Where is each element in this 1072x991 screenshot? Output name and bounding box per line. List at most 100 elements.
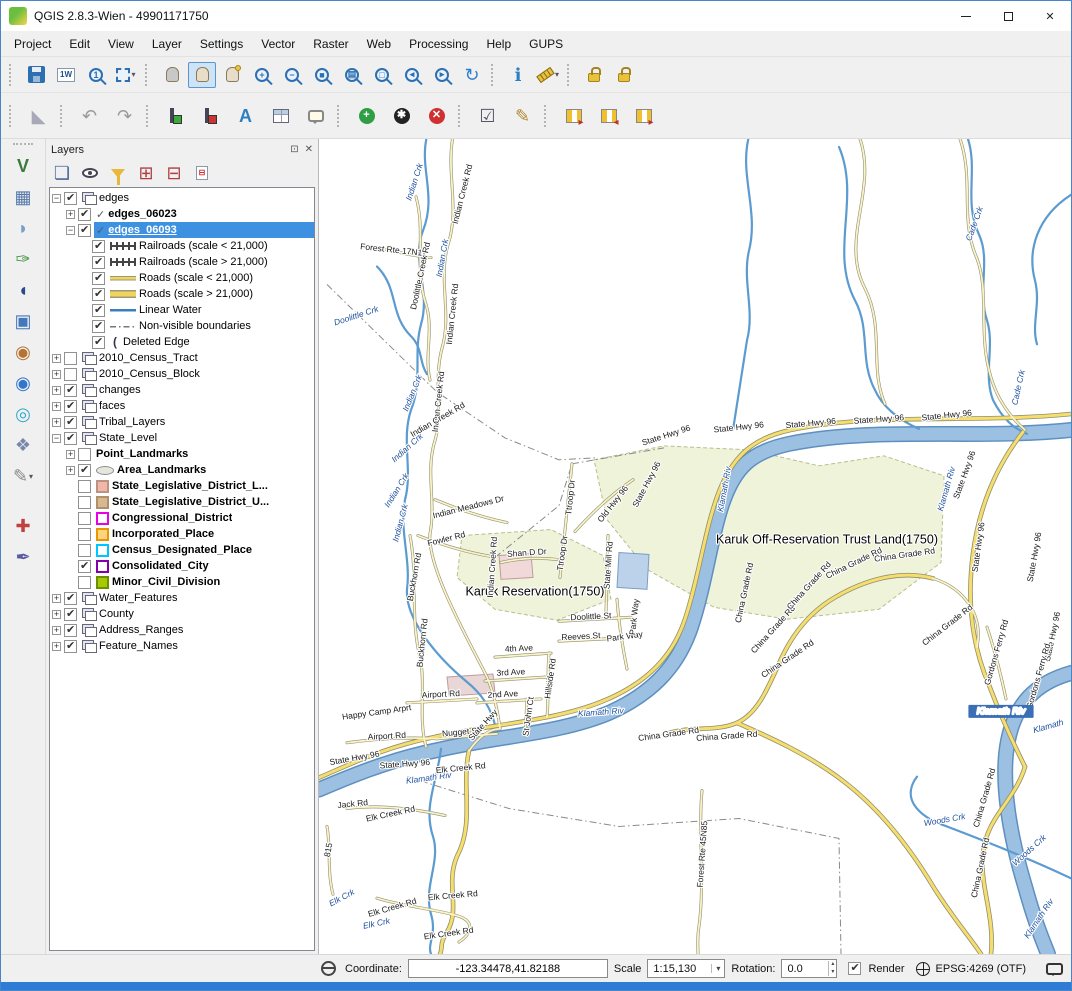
menu-gups[interactable]: GUPS [520, 33, 572, 55]
layer-checkbox[interactable] [78, 448, 91, 461]
expander-plus-icon[interactable]: + [52, 610, 61, 619]
delete-marker-button[interactable]: ✕ [420, 100, 453, 131]
coordinate-input[interactable] [408, 959, 608, 978]
layer-checkbox[interactable] [64, 608, 77, 621]
zoom-full-button[interactable]: ■ [308, 62, 336, 88]
layer-checkbox[interactable] [64, 592, 77, 605]
expander-plus-icon[interactable]: + [52, 402, 61, 411]
annotation-pen-button[interactable]: ✒ [8, 543, 38, 571]
menu-help[interactable]: Help [477, 33, 520, 55]
layer-checkbox[interactable] [78, 528, 91, 541]
tree-row-incorporated-place[interactable]: Incorporated_Place [50, 526, 314, 542]
expander-plus-icon[interactable]: + [66, 210, 75, 219]
add-point-marker-button[interactable]: + [350, 100, 383, 131]
layer-checkbox[interactable] [78, 544, 91, 557]
tree-row-address-ranges[interactable]: +Address_Ranges [50, 622, 314, 638]
add-mssql-layer-button[interactable]: ▣ [8, 307, 38, 335]
geometry-editing-button[interactable]: ✎ [506, 100, 539, 131]
layer-checkbox[interactable] [64, 416, 77, 429]
new-shapefile-button[interactable]: ❖ [8, 431, 38, 459]
add-vector-layer-button[interactable]: V [8, 152, 38, 180]
tree-row-state-legislative-district-u[interactable]: State_Legislative_District_U... [50, 494, 314, 510]
menu-project[interactable]: Project [5, 33, 60, 55]
tree-row-deleted-edge[interactable]: (Deleted Edge [50, 334, 314, 350]
map-canvas[interactable]: Indian CrkIndian Creek RdIndian CrkFores… [319, 139, 1071, 954]
flag-marker-button[interactable]: ✱ [385, 100, 418, 131]
layer-checkbox[interactable] [64, 192, 77, 205]
layer-checkbox[interactable] [64, 640, 77, 653]
add-group-button[interactable]: ❏ [50, 161, 74, 185]
expander-plus-icon[interactable]: + [52, 626, 61, 635]
tree-row-water-features[interactable]: +Water_Features [50, 590, 314, 606]
menu-raster[interactable]: Raster [304, 33, 357, 55]
tree-row-roads-scale-21-000[interactable]: Roads (scale > 21,000) [50, 286, 314, 302]
add-wfs-layer-button[interactable]: ◎ [8, 400, 38, 428]
layer-checkbox[interactable] [78, 496, 91, 509]
gps-tools-button[interactable]: ✚ [8, 512, 38, 540]
tree-row-faces[interactable]: +faces [50, 398, 314, 414]
tree-row-congressional-district[interactable]: Congressional_District [50, 510, 314, 526]
chevron-down-icon[interactable]: ▾ [131, 70, 135, 79]
expand-all-button[interactable]: ⊞ [134, 161, 158, 185]
advanced-digitizing-button[interactable]: ◣ [22, 100, 55, 131]
tree-row-edges-06093[interactable]: −✓edges_06093 [50, 222, 314, 238]
map-svg[interactable]: Indian CrkIndian Creek RdIndian CrkFores… [319, 139, 1071, 954]
expander-minus-icon[interactable]: − [52, 434, 61, 443]
lock-extent-button[interactable] [610, 62, 638, 88]
zoom-native-button[interactable]: 1 [82, 62, 110, 88]
tree-row-state-legislative-district-l[interactable]: State_Legislative_District_L... [50, 478, 314, 494]
crs-globe-icon[interactable] [916, 962, 930, 976]
rotation-spinbox[interactable]: 0.0 ▴ ▾ [781, 959, 837, 978]
select-by-rectangle-button[interactable]: ▾ [112, 62, 140, 88]
tree-row-area-landmarks[interactable]: +Area_Landmarks [50, 462, 314, 478]
save-project-button[interactable] [22, 62, 50, 88]
expander-plus-icon[interactable]: + [52, 386, 61, 395]
notes-bubble-button[interactable] [299, 100, 332, 131]
filter-legend-button[interactable] [106, 161, 130, 185]
menu-settings[interactable]: Settings [191, 33, 252, 55]
tree-row-changes[interactable]: +changes [50, 382, 314, 398]
add-postgis-layer-button[interactable]: ◗ [8, 214, 38, 242]
zoom-in-button[interactable]: + [248, 62, 276, 88]
add-linear-feature-button[interactable] [159, 100, 192, 131]
tree-row-roads-scale-21-000[interactable]: Roads (scale < 21,000) [50, 270, 314, 286]
tree-row-minor-civil-division[interactable]: Minor_Civil_Division [50, 574, 314, 590]
tree-row-linear-water[interactable]: Linear Water [50, 302, 314, 318]
layer-checkbox[interactable] [64, 384, 77, 397]
close-panel-icon[interactable]: ✕ [305, 144, 313, 155]
extents-toggle-icon[interactable] [321, 961, 336, 976]
delete-linear-feature-button[interactable] [194, 100, 227, 131]
layer-checkbox[interactable] [64, 352, 77, 365]
tree-row-2010-census-tract[interactable]: +2010_Census_Tract [50, 350, 314, 366]
spin-up-icon[interactable]: ▴ [831, 961, 834, 968]
layer-checkbox[interactable] [92, 320, 105, 333]
layer-checkbox[interactable] [92, 336, 105, 349]
zoom-last-button[interactable]: ◂ [398, 62, 426, 88]
spin-down-icon[interactable]: ▾ [831, 969, 834, 976]
new-layer-menu-button[interactable]: ✎▾ [8, 462, 38, 490]
zoom-to-layer-button[interactable]: ▤ [338, 62, 366, 88]
tree-row-state-level[interactable]: −State_Level [50, 430, 314, 446]
checkin-panel-button[interactable] [592, 100, 625, 131]
layer-checkbox[interactable] [78, 512, 91, 525]
tree-row-railroads-scale-21-000[interactable]: Railroads (scale > 21,000) [50, 254, 314, 270]
tree-row-railroads-scale-21-000[interactable]: Railroads (scale < 21,000) [50, 238, 314, 254]
review-panel-button[interactable] [627, 100, 660, 131]
maximize-button[interactable] [987, 1, 1029, 31]
add-raster-layer-button[interactable]: ▦ [8, 183, 38, 211]
layer-checkbox[interactable] [64, 432, 77, 445]
zoom-out-button[interactable]: − [278, 62, 306, 88]
tree-row-feature-names[interactable]: +Feature_Names [50, 638, 314, 654]
expander-plus-icon[interactable]: + [66, 466, 75, 475]
attribute-table-button[interactable] [264, 100, 297, 131]
checkout-panel-button[interactable] [557, 100, 590, 131]
float-panel-icon[interactable]: ⊡ [290, 144, 298, 155]
messages-icon[interactable] [1046, 963, 1063, 975]
close-button[interactable]: ✕ [1029, 1, 1071, 31]
menu-view[interactable]: View [99, 33, 143, 55]
layer-checkbox[interactable] [64, 400, 77, 413]
expander-plus-icon[interactable]: + [52, 370, 61, 379]
render-checkbox[interactable] [848, 962, 861, 975]
expander-minus-icon[interactable]: − [66, 226, 75, 235]
chevron-down-icon[interactable]: ▾ [29, 472, 33, 481]
